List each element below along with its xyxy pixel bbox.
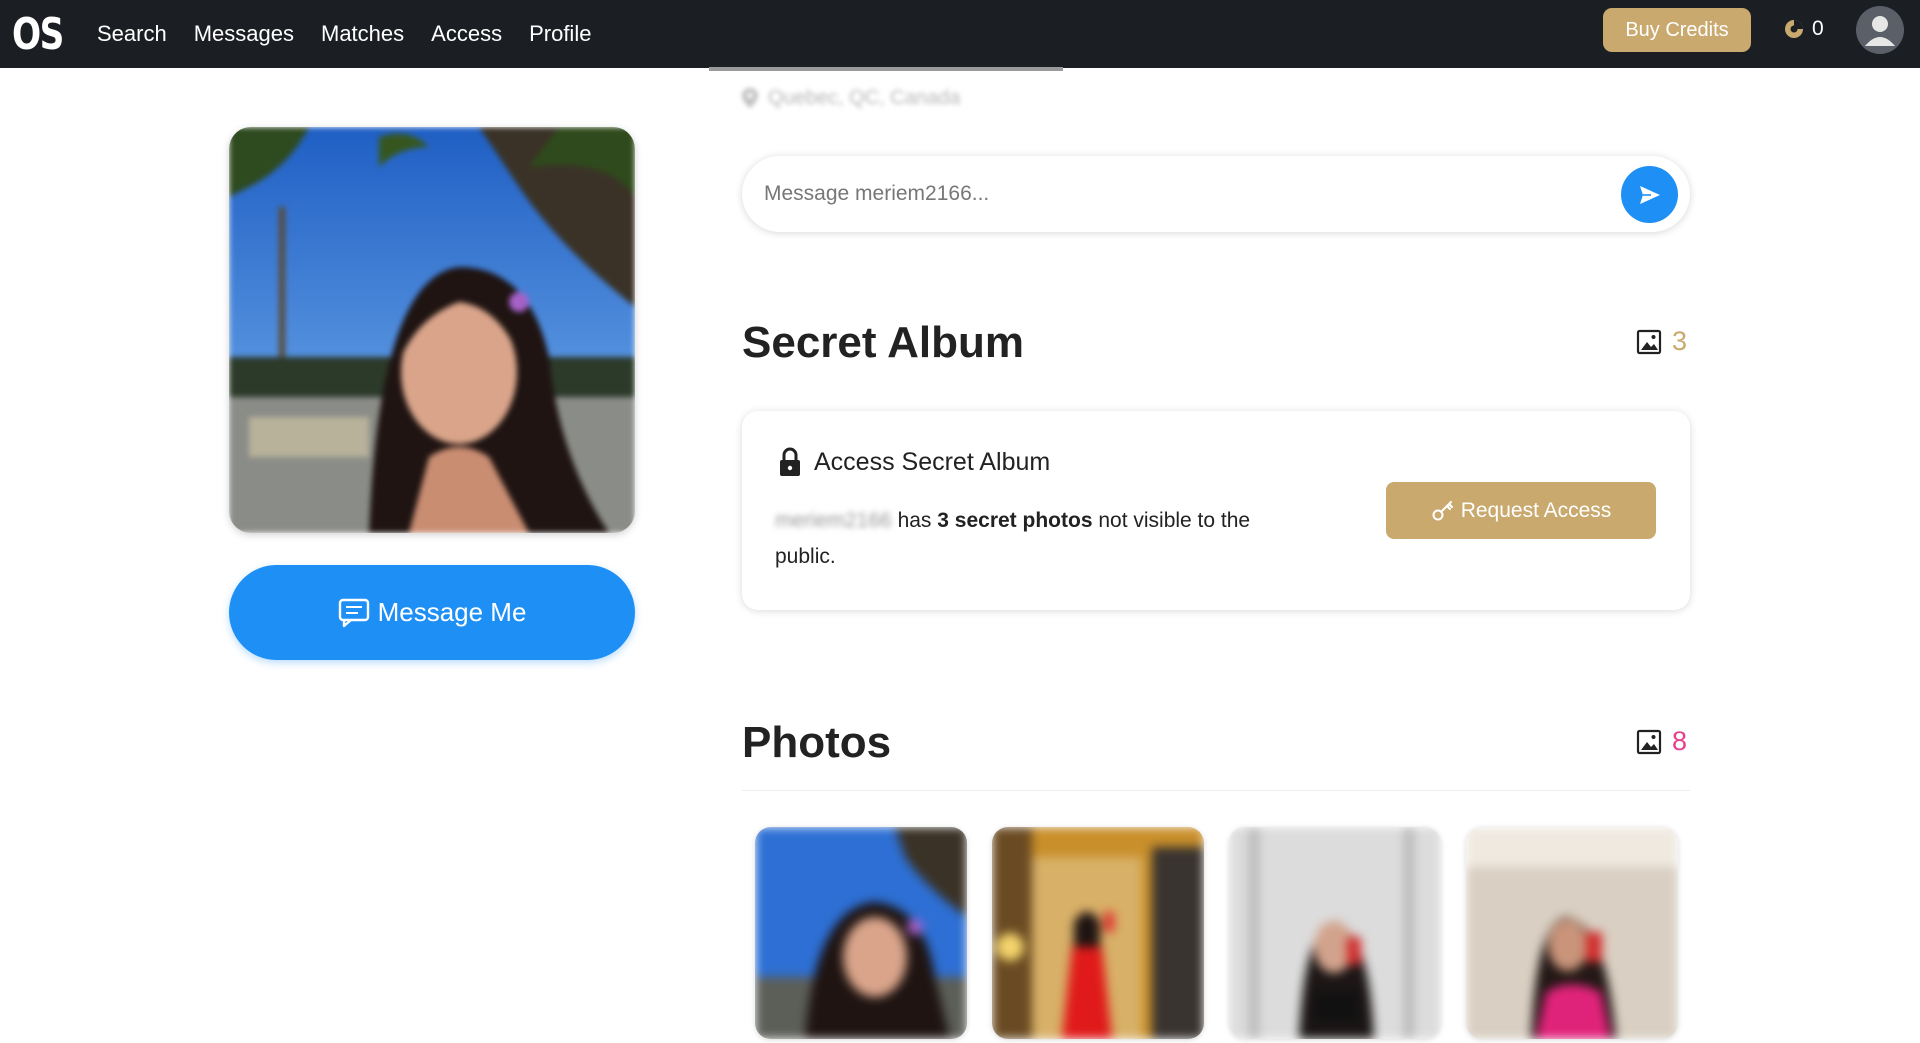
nav-matches[interactable]: Matches [321,21,404,47]
request-access-button[interactable]: Request Access [1386,482,1656,539]
nav-profile[interactable]: Profile [529,21,591,47]
photos-divider [742,790,1690,791]
nav-links: Search Messages Matches Access Profile [97,0,618,68]
send-button[interactable] [1621,166,1678,223]
album-description: meriem2166 has 3 secret photos not visib… [775,503,1295,575]
album-card-title: Access Secret Album [814,447,1051,476]
photo-thumbnail[interactable] [1466,827,1678,1039]
album-text-count: 3 secret photos [937,509,1093,532]
photos-count-value: 8 [1672,726,1688,756]
message-me-label: Message Me [377,597,527,627]
top-navbar: OS Search Messages Matches Access Profil… [0,0,1920,68]
scroll-indicator [709,67,1063,71]
message-input[interactable] [764,156,1604,232]
album-text-has: has [897,509,932,532]
lock-icon [780,447,800,476]
secret-album-count-value: 3 [1672,326,1688,356]
secret-album-count: 3 [1636,326,1687,357]
coin-icon [1785,20,1803,38]
nav-messages[interactable]: Messages [194,21,294,47]
photo-thumbnail[interactable] [755,827,967,1039]
send-icon [1639,185,1660,204]
image-icon [1636,329,1662,354]
key-icon [1432,500,1453,520]
site-logo[interactable]: OS [12,6,64,62]
credits-balance[interactable]: 0 [1784,0,1824,58]
credits-count: 0 [1812,17,1824,40]
photos-count: 8 [1636,726,1687,757]
chat-icon [338,598,369,627]
photo-thumbnail[interactable] [1229,827,1441,1039]
nav-search[interactable]: Search [97,21,167,47]
nav-access[interactable]: Access [431,21,502,47]
message-me-button[interactable]: Message Me [229,565,635,660]
message-composer [742,156,1690,232]
location-text: Quebec, QC, Canada [768,86,961,109]
image-icon [1636,729,1662,754]
secret-album-card: Access Secret Album meriem2166 has 3 sec… [742,411,1690,610]
request-access-label: Request Access [1460,498,1612,522]
buy-credits-button[interactable]: Buy Credits [1603,8,1751,52]
album-card-header: Access Secret Album [778,447,1050,477]
photo-grid [755,827,1703,1039]
map-pin-icon [742,88,758,108]
secret-album-title: Secret Album [742,318,1025,367]
profile-photo[interactable] [229,127,635,533]
profile-location: Quebec, QC, Canada [742,84,960,112]
user-avatar-icon[interactable] [1856,6,1904,54]
username-text: meriem2166 [775,509,892,532]
photos-title: Photos [742,718,892,767]
photo-thumbnail[interactable] [992,827,1204,1039]
